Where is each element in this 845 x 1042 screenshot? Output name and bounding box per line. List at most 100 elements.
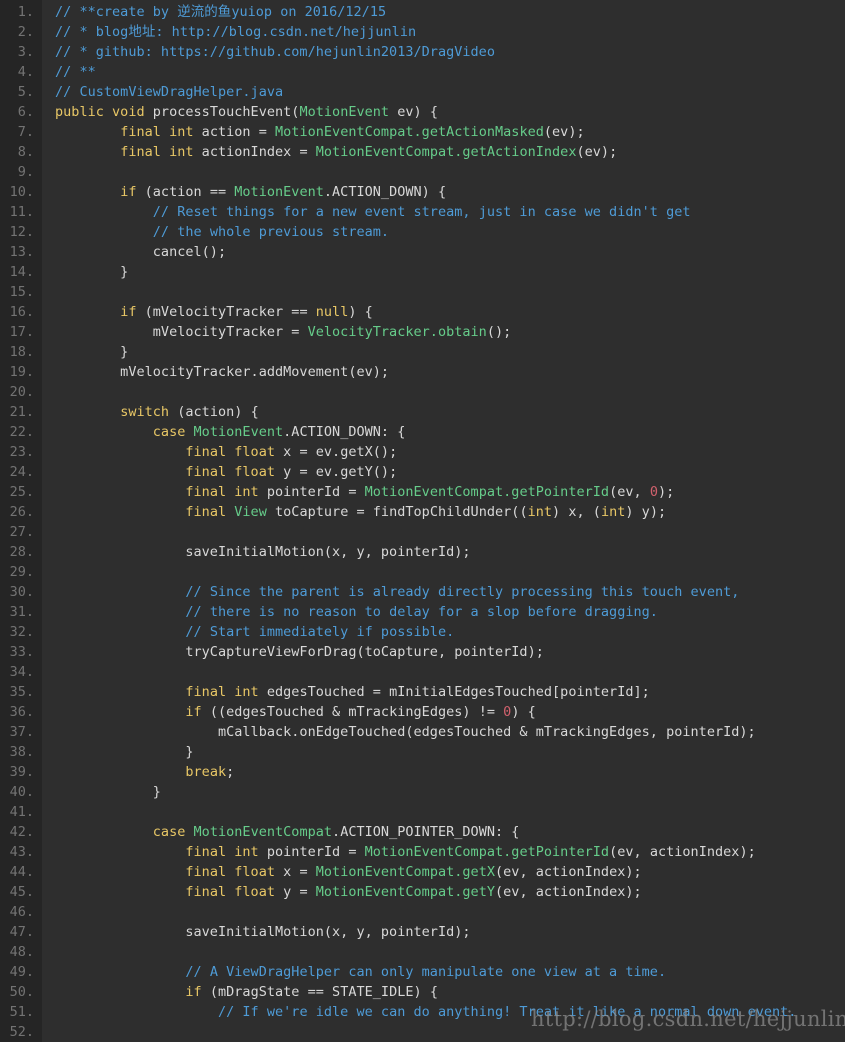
code-token-kw: break: [185, 764, 226, 780]
code-line[interactable]: if ((edgesTouched & mTrackingEdges) != 0…: [55, 702, 536, 722]
line-number: 4.: [0, 62, 34, 82]
code-token-pln: (mVelocityTracker ==: [145, 304, 316, 320]
code-line[interactable]: break;: [55, 762, 234, 782]
code-token-cmt: // there is no reason to delay for a slo…: [185, 604, 658, 620]
line-number: 10.: [0, 182, 34, 202]
code-token-pln: [55, 624, 185, 640]
code-line[interactable]: // CustomViewDragHelper.java: [55, 82, 283, 102]
code-snippet-viewer[interactable]: 1.2.3.4.5.6.7.8.9.10.11.12.13.14.15.16.1…: [0, 0, 845, 1042]
line-number: 42.: [0, 822, 34, 842]
code-line[interactable]: // Reset things for a new event stream, …: [55, 202, 691, 222]
line-number: 8.: [0, 142, 34, 162]
code-line[interactable]: // * github: https://github.com/hejunlin…: [55, 42, 495, 62]
code-line[interactable]: final int action = MotionEventCompat.get…: [55, 122, 585, 142]
code-line[interactable]: }: [55, 742, 194, 762]
code-line[interactable]: final float y = ev.getY();: [55, 462, 397, 482]
line-number: 31.: [0, 602, 34, 622]
line-number: 46.: [0, 902, 34, 922]
code-token-typ: MotionEventCompat.getActionMasked: [275, 124, 544, 140]
code-line[interactable]: // A ViewDragHelper can only manipulate …: [55, 962, 666, 982]
code-token-cmt: // Reset things for a new event stream, …: [153, 204, 691, 220]
code-token-cmt: // Since the parent is already directly …: [185, 584, 739, 600]
line-number: 44.: [0, 862, 34, 882]
code-line[interactable]: cancel();: [55, 242, 226, 262]
code-line[interactable]: case MotionEvent.ACTION_DOWN: {: [55, 422, 405, 442]
code-line[interactable]: }: [55, 782, 161, 802]
code-line[interactable]: // If we're idle we can do anything! Tre…: [55, 1002, 796, 1022]
code-token-typ: MotionEventCompat.getX: [316, 864, 495, 880]
line-number: 28.: [0, 542, 34, 562]
code-line[interactable]: // * blog地址: http://blog.csdn.net/hejjun…: [55, 22, 416, 42]
line-number: 17.: [0, 322, 34, 342]
line-number: 38.: [0, 742, 34, 762]
code-line[interactable]: }: [55, 262, 128, 282]
code-line[interactable]: mCallback.onEdgeTouched(edgesTouched & m…: [55, 722, 756, 742]
code-token-pln: [55, 824, 153, 840]
code-line[interactable]: saveInitialMotion(x, y, pointerId);: [55, 922, 471, 942]
code-token-typ: MotionEventCompat.getActionIndex: [316, 144, 577, 160]
line-number: 9.: [0, 162, 34, 182]
code-token-cmt: 地址: [128, 24, 155, 40]
code-line[interactable]: saveInitialMotion(x, y, pointerId);: [55, 542, 471, 562]
code-line[interactable]: public void processTouchEvent(MotionEven…: [55, 102, 438, 122]
code-line[interactable]: // **create by 逆流的鱼yuiop on 2016/12/15: [55, 2, 386, 22]
code-line[interactable]: final int actionIndex = MotionEventCompa…: [55, 142, 617, 162]
code-token-pln: ) y);: [625, 504, 666, 520]
code-token-cmt: yuiop on 2016/12/15: [231, 4, 386, 20]
code-line[interactable]: // **: [55, 62, 96, 82]
code-line[interactable]: // there is no reason to delay for a slo…: [55, 602, 658, 622]
line-number: 52.: [0, 1022, 34, 1042]
code-token-cmt: : http://blog.csdn.net/hejjunlin: [155, 24, 416, 40]
line-number: 45.: [0, 882, 34, 902]
code-text-surface[interactable]: // **create by 逆流的鱼yuiop on 2016/12/15//…: [42, 0, 845, 1042]
code-line[interactable]: switch (action) {: [55, 402, 259, 422]
code-token-pln: [55, 404, 120, 420]
code-token-typ: View: [234, 504, 275, 520]
code-token-pln: .ACTION_DOWN: {: [283, 424, 405, 440]
code-token-pln: toCapture = findTopChildUnder((: [275, 504, 528, 520]
code-line[interactable]: mVelocityTracker = VelocityTracker.obtai…: [55, 322, 511, 342]
code-line[interactable]: if (action == MotionEvent.ACTION_DOWN) {: [55, 182, 446, 202]
code-token-kw: int: [601, 504, 625, 520]
code-token-pln: ();: [487, 324, 511, 340]
code-token-kw: if: [120, 304, 144, 320]
line-number: 39.: [0, 762, 34, 782]
code-token-pln: [55, 584, 185, 600]
code-token-pln: (action) {: [177, 404, 258, 420]
code-token-pln: tryCaptureViewForDrag(toCapture, pointer…: [55, 644, 544, 660]
line-number: 22.: [0, 422, 34, 442]
code-token-pln: }: [55, 744, 194, 760]
code-line[interactable]: tryCaptureViewForDrag(toCapture, pointer…: [55, 642, 544, 662]
code-token-kw: final int: [185, 684, 266, 700]
code-token-pln: [55, 844, 185, 860]
code-line[interactable]: final int edgesTouched = mInitialEdgesTo…: [55, 682, 650, 702]
code-token-kw: switch: [120, 404, 177, 420]
code-line[interactable]: if (mVelocityTracker == null) {: [55, 302, 373, 322]
code-line[interactable]: // Start immediately if possible.: [55, 622, 454, 642]
code-line[interactable]: mVelocityTracker.addMovement(ev);: [55, 362, 389, 382]
code-token-pln: [55, 884, 185, 900]
line-number: 48.: [0, 942, 34, 962]
code-token-cmt: // CustomViewDragHelper.java: [55, 84, 283, 100]
code-line[interactable]: }: [55, 342, 128, 362]
code-token-pln: [55, 444, 185, 460]
line-number: 21.: [0, 402, 34, 422]
code-token-pln: mVelocityTracker =: [55, 324, 308, 340]
line-number: 27.: [0, 522, 34, 542]
code-line[interactable]: case MotionEventCompat.ACTION_POINTER_DO…: [55, 822, 519, 842]
line-number: 11.: [0, 202, 34, 222]
code-line[interactable]: final int pointerId = MotionEventCompat.…: [55, 482, 674, 502]
code-line[interactable]: final float x = MotionEventCompat.getX(e…: [55, 862, 642, 882]
code-token-kw: case: [153, 424, 194, 440]
code-line[interactable]: // the whole previous stream.: [55, 222, 389, 242]
code-line[interactable]: // Since the parent is already directly …: [55, 582, 739, 602]
code-line[interactable]: final View toCapture = findTopChildUnder…: [55, 502, 666, 522]
code-token-pln: processTouchEvent(: [153, 104, 300, 120]
code-token-kw: final int: [185, 484, 266, 500]
code-line[interactable]: final int pointerId = MotionEventCompat.…: [55, 842, 756, 862]
code-line[interactable]: if (mDragState == STATE_IDLE) {: [55, 982, 438, 1002]
code-line[interactable]: final float x = ev.getX();: [55, 442, 397, 462]
code-line[interactable]: final float y = MotionEventCompat.getY(e…: [55, 882, 642, 902]
code-token-pln: saveInitialMotion(x, y, pointerId);: [55, 544, 471, 560]
code-token-pln: cancel();: [55, 244, 226, 260]
